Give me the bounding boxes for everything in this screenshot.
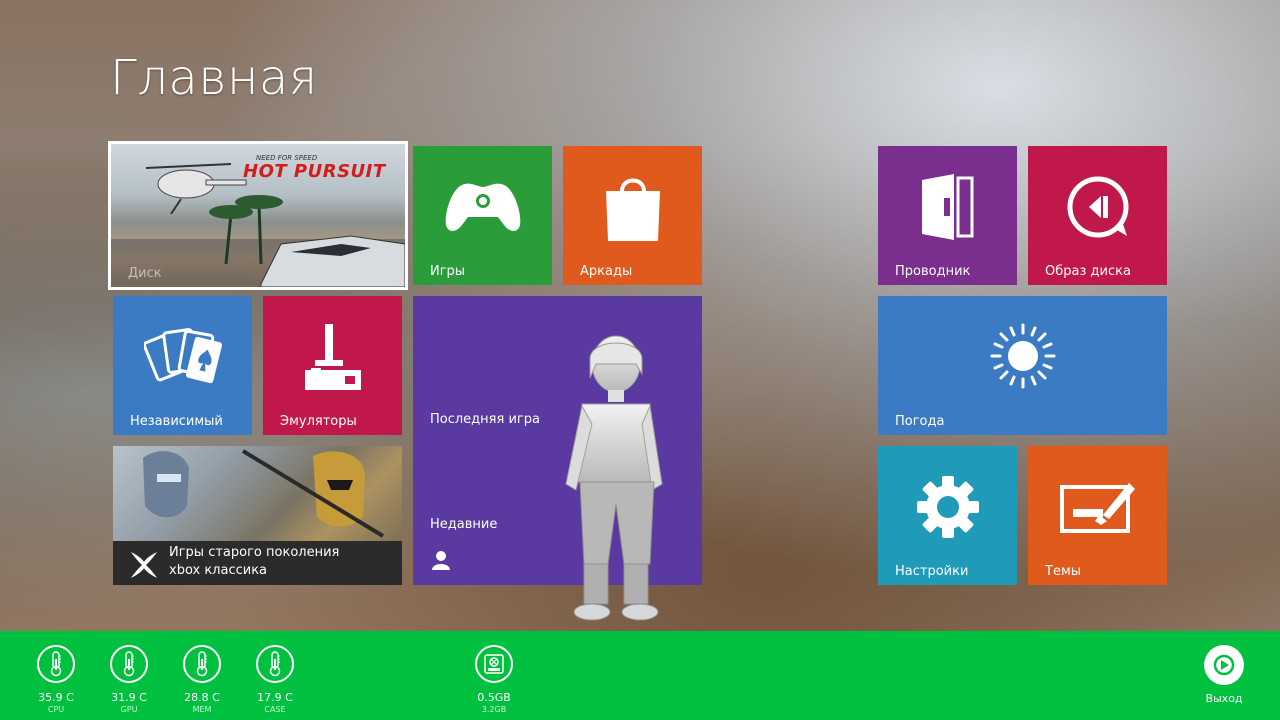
stat-label: CASE [264, 705, 286, 714]
joystick-icon [304, 324, 361, 391]
stat-label: MEM [192, 705, 212, 714]
tile-label: Диск [128, 266, 162, 281]
avatar [565, 335, 663, 621]
stat-storage: 0.5GB 3.2GB [464, 645, 524, 714]
gear-icon [915, 474, 981, 540]
thermometer-icon [110, 645, 148, 683]
tile-label: Аркады [580, 264, 633, 279]
stat-value: 0.5GB [477, 691, 511, 704]
tile-emulators[interactable]: Эмуляторы [263, 296, 402, 435]
stat-case: 17.9 C CASE [245, 645, 305, 714]
tile-label: Темы [1045, 564, 1082, 579]
person-icon [431, 550, 451, 574]
tile-label: Образ диска [1045, 264, 1131, 279]
tile-classic-xbox[interactable]: Игры старого поколения xbox классика [113, 446, 402, 585]
tile-label-last-game: Последняя игра [430, 412, 540, 427]
stat-label: CPU [47, 705, 65, 714]
stat-value: 17.9 C [257, 691, 293, 704]
thermometer-icon [183, 645, 221, 683]
stat-gpu: 31.9 C GPU [99, 645, 159, 714]
stat-label: GPU [120, 705, 138, 714]
tile-disc-image[interactable]: Образ диска [1028, 146, 1167, 285]
thermometer-icon [37, 645, 75, 683]
shopping-bag-icon [602, 171, 664, 243]
exit-button[interactable]: Выход [1196, 645, 1252, 705]
exit-icon [1204, 645, 1244, 685]
tile-label-recent: Недавние [430, 517, 498, 532]
sun-icon [988, 321, 1058, 391]
tile-games[interactable]: Игры [413, 146, 552, 285]
hard-drive-icon [475, 645, 513, 683]
xbox-x-icon [129, 550, 159, 584]
tile-indie[interactable]: Независимый [113, 296, 252, 435]
tile-featured-disc[interactable]: NEED FOR SPEED HOT PURSUIT Диск [108, 141, 408, 290]
tile-label: Эмуляторы [280, 414, 357, 429]
tile-recent-games[interactable]: Последняя игра Недавние [413, 296, 702, 621]
stat-value: 28.8 C [184, 691, 220, 704]
stat-value: 35.9 C [38, 691, 74, 704]
tile-themes[interactable]: Темы [1028, 446, 1167, 585]
stat-label: 3.2GB [481, 705, 507, 714]
thermometer-icon [256, 645, 294, 683]
page-title: Главная [110, 50, 318, 106]
tile-settings[interactable]: Настройки [878, 446, 1017, 585]
exit-label: Выход [1205, 692, 1243, 705]
xbox-controller-icon [444, 179, 522, 235]
stat-mem: 28.8 C MEM [172, 645, 232, 714]
disc-image-icon [1065, 174, 1131, 240]
tile-arcade[interactable]: Аркады [563, 146, 702, 285]
status-bar: 35.9 C CPU 31.9 C GPU 28.8 C MEM 17.9 C … [0, 631, 1280, 720]
playing-cards-icon [143, 325, 222, 389]
stat-cpu: 35.9 C CPU [26, 645, 86, 714]
tile-label: Независимый [130, 414, 223, 429]
tile-label: Погода [895, 414, 945, 429]
file-explorer-icon [920, 172, 976, 242]
classic-game-art [113, 446, 402, 541]
tile-weather[interactable]: Погода [878, 296, 1167, 435]
tile-label: Игры [430, 264, 466, 279]
paint-brush-icon [1059, 479, 1137, 535]
classic-label-line2: xbox классика [169, 563, 268, 578]
tile-label: Проводник [895, 264, 971, 279]
stat-value: 31.9 C [111, 691, 147, 704]
featured-game-title: HOT PURSUIT [243, 161, 386, 182]
tile-label: Настройки [895, 564, 969, 579]
classic-label-line1: Игры старого поколения [169, 545, 340, 560]
tile-explorer[interactable]: Проводник [878, 146, 1017, 285]
